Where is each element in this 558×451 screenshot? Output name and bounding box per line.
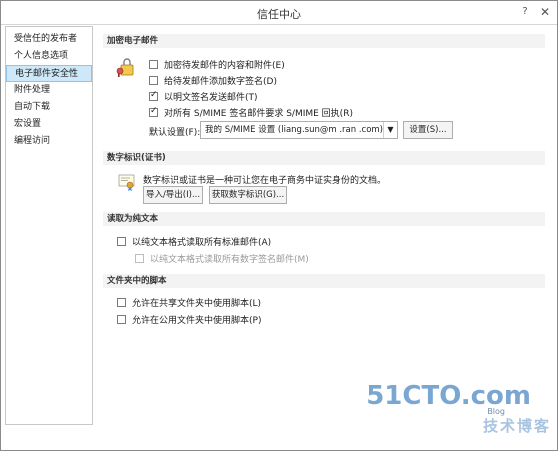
window-title: 信任中心 (257, 8, 301, 21)
clear-text-signed-label: 以明文签名发送邮件(T) (164, 93, 258, 103)
add-signature-label: 给待发邮件添加数字签名(D) (164, 77, 277, 87)
sidebar-item-attachment-handling[interactable]: 附件处理 (6, 82, 92, 99)
default-setting-select[interactable]: 我的 S/MIME 设置 (liang.sun@m .ran .com) ▼ (200, 121, 398, 139)
public-folder-script-label: 允许在公用文件夹中使用脚本(P) (132, 316, 262, 326)
trust-center-window: 信任中心 ? ✕ 受信任的发布者 个人信息选项 电子邮件安全性 附件处理 自动下… (0, 0, 558, 451)
default-setting-label: 默认设置(F): (149, 128, 201, 138)
encrypt-content-checkbox[interactable] (149, 60, 158, 69)
sidebar-item-email-security[interactable]: 电子邮件安全性 (6, 65, 92, 82)
read-all-plain-text-label: 以纯文本格式读取所有标准邮件(A) (132, 238, 272, 248)
section-header-plain-text: 读取为纯文本 (103, 212, 545, 226)
main-panel: 加密电子邮件 加密待发邮件的内容和附件(E) 给待发邮件添加数字签名(D) 以明… (97, 26, 549, 425)
shared-folder-script-checkbox-row[interactable]: 允许在共享文件夹中使用脚本(L) (117, 296, 261, 309)
section-header-encrypted-email: 加密电子邮件 (103, 34, 545, 48)
encrypt-content-checkbox-row[interactable]: 加密待发邮件的内容和附件(E) (149, 58, 285, 71)
default-setting-value: 我的 S/MIME 设置 (liang.sun@m .ran .com) (205, 125, 383, 135)
help-button[interactable]: ? (517, 4, 533, 20)
read-signed-plain-text-label: 以纯文本格式读取所有数字签名邮件(M) (150, 255, 309, 265)
smime-receipt-checkbox[interactable] (149, 106, 158, 117)
watermark-subtitle: 技术博客 (482, 417, 551, 435)
shared-folder-script-checkbox[interactable] (117, 298, 126, 307)
clear-text-signed-checkbox-row[interactable]: 以明文签名发送邮件(T) (149, 90, 258, 103)
close-button[interactable]: ✕ (537, 4, 553, 20)
sidebar-item-macro-settings[interactable]: 宏设置 (6, 116, 92, 133)
sidebar-item-trusted-publishers[interactable]: 受信任的发布者 (6, 31, 92, 48)
watermark-logo-text: 51CTO.com (366, 381, 531, 411)
get-digital-id-button[interactable]: 获取数字标识(G)... (209, 186, 287, 204)
chevron-down-icon[interactable]: ▼ (383, 122, 397, 138)
title-bar: 信任中心 ? ✕ (1, 1, 557, 25)
add-signature-checkbox-row[interactable]: 给待发邮件添加数字签名(D) (149, 74, 277, 87)
section-header-digital-id: 数字标识(证书) (103, 151, 545, 165)
add-signature-checkbox[interactable] (149, 76, 158, 85)
sidebar-item-privacy-options[interactable]: 个人信息选项 (6, 48, 92, 65)
read-all-plain-text-checkbox[interactable] (117, 237, 126, 246)
digital-id-description: 数字标识或证书是一种可让您在电子商务中证实身份的文档。 (143, 176, 387, 186)
read-signed-plain-text-checkbox-row: 以纯文本格式读取所有数字签名邮件(M) (135, 252, 309, 265)
encrypt-content-label: 加密待发邮件的内容和附件(E) (164, 61, 285, 71)
sidebar-item-programmatic-access[interactable]: 编程访问 (6, 133, 92, 150)
smime-receipt-label: 对所有 S/MIME 签名邮件要求 S/MIME 回执(R) (164, 109, 353, 119)
sidebar-item-automatic-download[interactable]: 自动下载 (6, 99, 92, 116)
public-folder-script-checkbox-row[interactable]: 允许在公用文件夹中使用脚本(P) (117, 313, 261, 326)
import-export-button[interactable]: 导入/导出(I)... (143, 186, 203, 204)
read-signed-plain-text-checkbox (135, 254, 144, 263)
smime-receipt-checkbox-row[interactable]: 对所有 S/MIME 签名邮件要求 S/MIME 回执(R) (149, 106, 353, 119)
sidebar: 受信任的发布者 个人信息选项 电子邮件安全性 附件处理 自动下载 宏设置 编程访… (5, 26, 93, 425)
settings-button[interactable]: 设置(S)... (403, 121, 453, 139)
site-watermark: 51CTO.com Blog 技术博客 (366, 381, 551, 451)
public-folder-script-checkbox[interactable] (117, 315, 126, 324)
certificate-icon (117, 172, 137, 192)
lock-key-envelope-icon (115, 56, 137, 78)
section-header-folder-script: 文件夹中的脚本 (103, 274, 545, 288)
shared-folder-script-label: 允许在共享文件夹中使用脚本(L) (132, 299, 262, 309)
read-all-plain-text-checkbox-row[interactable]: 以纯文本格式读取所有标准邮件(A) (117, 235, 271, 248)
clear-text-signed-checkbox[interactable] (149, 90, 158, 101)
